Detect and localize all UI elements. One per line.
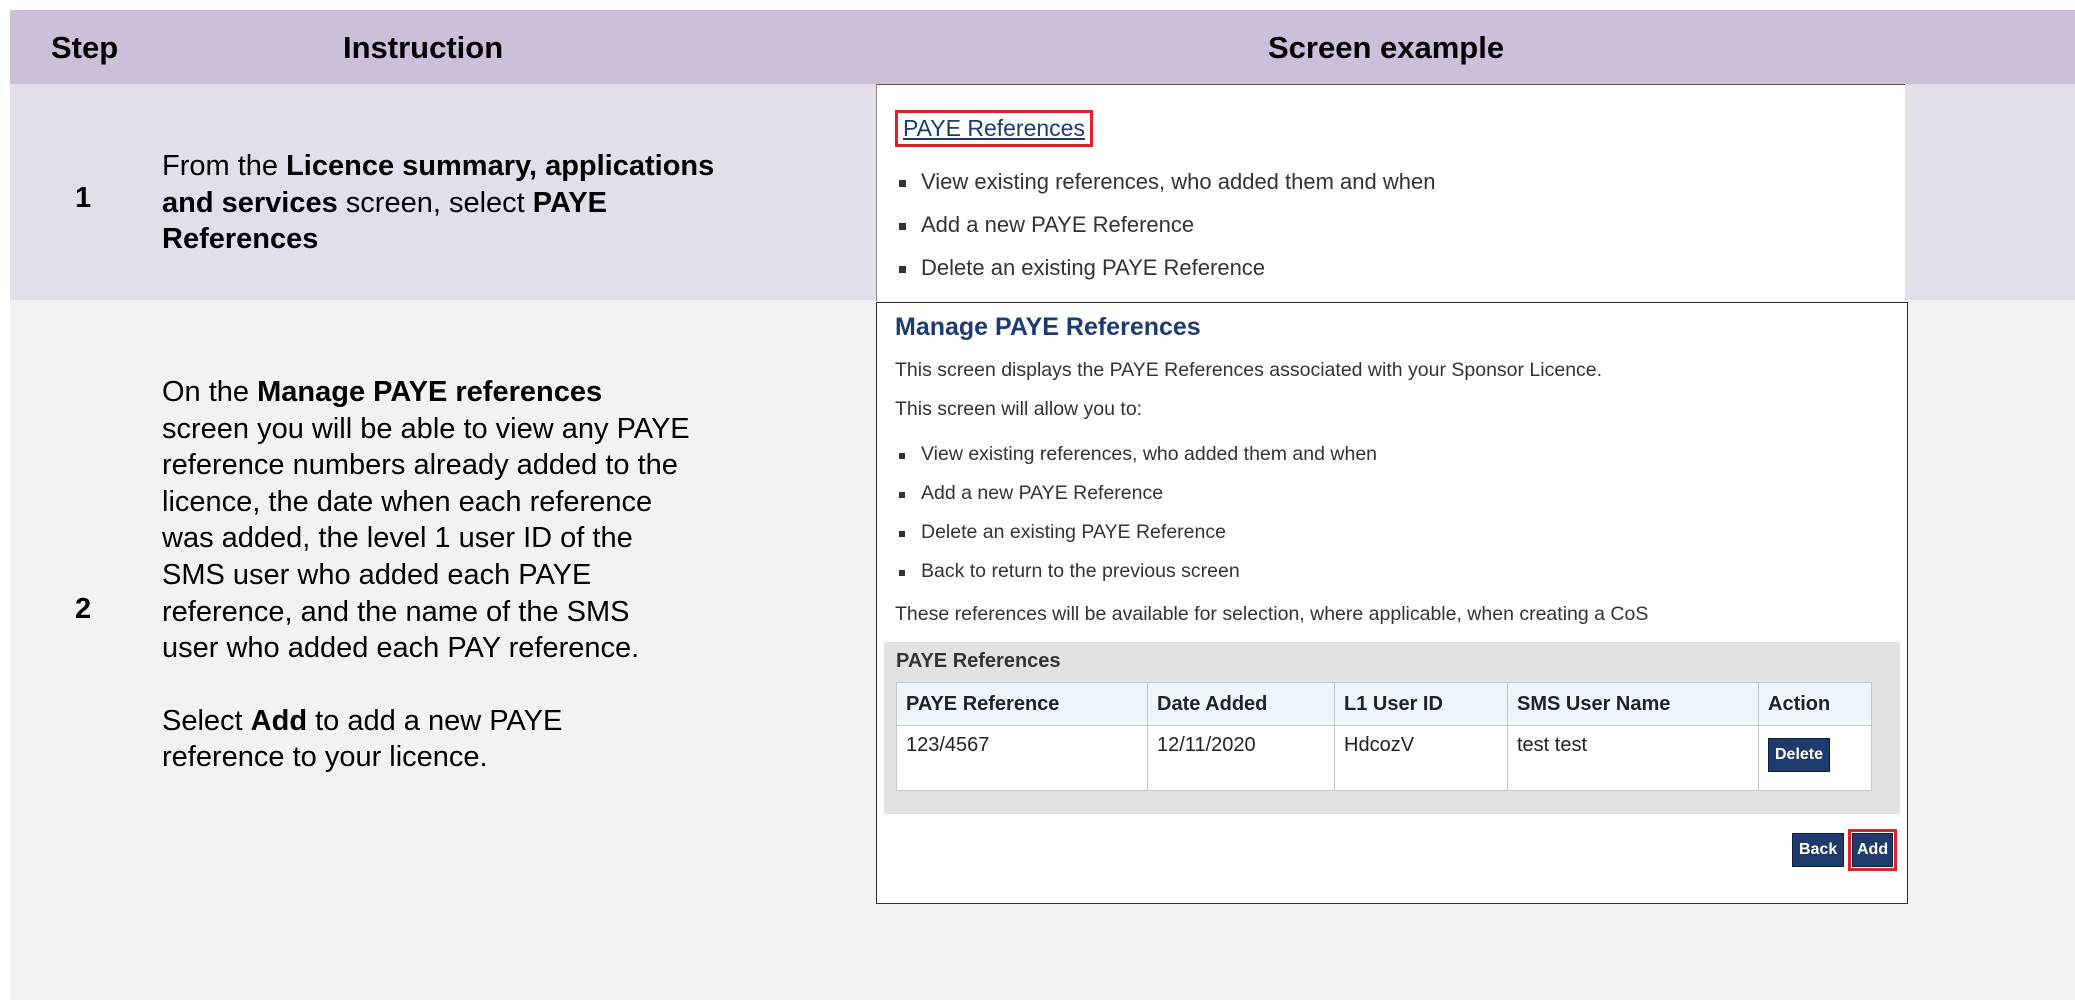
column-header: L1 User ID xyxy=(1334,682,1508,726)
list-item: Add a new PAYE Reference xyxy=(891,212,1435,255)
intro-text: This screen will allow you to: xyxy=(895,398,1143,420)
header-instruction: Instruction xyxy=(343,30,504,65)
list-item: View existing references, who added them… xyxy=(891,169,1435,212)
instruction-text: On the Manage PAYE references screen you… xyxy=(162,376,690,774)
add-button[interactable]: Add xyxy=(1852,833,1894,867)
table-header-row: Step Instruction Screen example xyxy=(10,10,2075,84)
list-item: View existing references, who added them… xyxy=(891,443,1377,482)
column-header: Action xyxy=(1758,682,1872,726)
intro-text: This screen displays the PAYE References… xyxy=(895,359,1603,381)
header-screen-example: Screen example xyxy=(1268,30,1505,65)
paye-table: PAYE Reference Date Added L1 User ID SMS… xyxy=(896,682,1872,791)
back-button[interactable]: Back xyxy=(1792,833,1845,867)
delete-button[interactable]: Delete xyxy=(1768,738,1831,772)
cell-paye-reference: 123/4567 xyxy=(896,725,1148,791)
table-header-row: PAYE Reference Date Added L1 User ID SMS… xyxy=(896,682,1872,726)
list-item: Delete an existing PAYE Reference xyxy=(891,521,1377,560)
screen-example-paye-link: PAYE References View existing references… xyxy=(876,84,1905,301)
header-step: Step xyxy=(51,30,119,65)
list-item: Back to return to the previous screen xyxy=(891,560,1377,599)
highlight-box: PAYE References xyxy=(895,110,1093,147)
step-number: 1 xyxy=(75,182,92,214)
paye-references-link[interactable]: PAYE References xyxy=(903,115,1085,141)
panel-title: PAYE References xyxy=(896,650,1061,672)
list-item: Add a new PAYE Reference xyxy=(891,482,1377,521)
cell-date-added: 12/11/2020 xyxy=(1147,725,1335,791)
column-header: SMS User Name xyxy=(1507,682,1759,726)
bullet-list: View existing references, who added them… xyxy=(891,443,1377,599)
paye-references-panel: PAYE References PAYE Reference Date Adde… xyxy=(884,642,1900,814)
step-number: 2 xyxy=(75,593,92,625)
column-header: PAYE Reference xyxy=(896,682,1148,726)
screen-title: Manage PAYE References xyxy=(895,313,1201,341)
cell-action: Delete xyxy=(1758,725,1872,791)
cell-user-id: HdcozV xyxy=(1334,725,1508,791)
instruction-text: From the Licence summary, applications a… xyxy=(162,150,715,256)
list-item: Delete an existing PAYE Reference xyxy=(891,255,1435,298)
highlight-box: Add xyxy=(1848,829,1898,871)
cell-user-name: test test xyxy=(1507,725,1759,791)
bullet-list: View existing references, who added them… xyxy=(891,169,1435,298)
table-row: 123/4567 12/11/2020 HdcozV test test Del… xyxy=(896,725,1872,791)
screen-example-manage-paye: Manage PAYE References This screen displ… xyxy=(876,302,1908,904)
note-text: These references will be available for s… xyxy=(895,603,1649,625)
column-header: Date Added xyxy=(1147,682,1335,726)
